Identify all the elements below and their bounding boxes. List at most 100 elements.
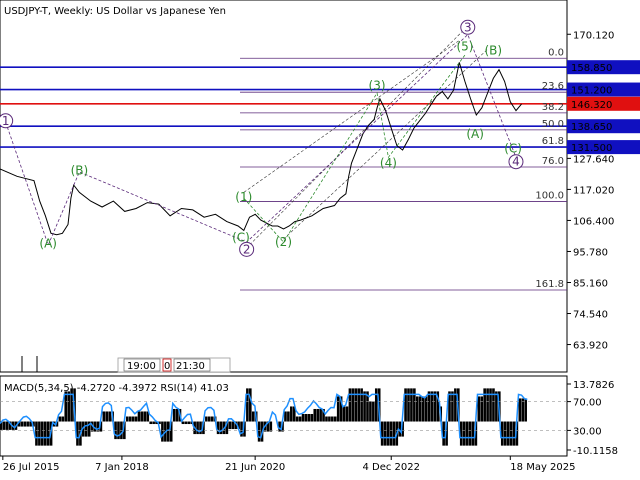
level-tag-text: 146.320 [571, 100, 612, 111]
y-tick-label: 95.780 [573, 247, 608, 258]
macd-bar [207, 416, 211, 422]
macd-bar [246, 388, 249, 422]
y-tick-label: 85.160 [573, 278, 608, 289]
macd-bar [509, 421, 513, 446]
macd-bar [187, 421, 191, 425]
macd-bar [477, 396, 481, 422]
macd-bar [131, 416, 135, 422]
macd-bar [342, 406, 346, 422]
macd-bar [454, 388, 457, 422]
macd-bar [313, 408, 317, 422]
macd-bar [181, 421, 185, 425]
macd-bar [512, 421, 516, 446]
macd-bar [38, 421, 41, 446]
macd-bar [140, 411, 144, 422]
macd-bar [360, 388, 363, 422]
macd-bar [372, 401, 375, 422]
ind-tick-label: -10.1158 [573, 446, 618, 457]
macd-bar [284, 411, 287, 422]
wave-label-minor: (B) [484, 44, 502, 58]
indicator-axis: 13.7826 70.00 30.00 -10.1158 [567, 380, 618, 457]
macd-bar [41, 421, 44, 446]
macd-bar [102, 411, 106, 422]
fib-label: 161.8 [535, 279, 564, 290]
macd-bar [125, 416, 129, 422]
macd-bar [331, 416, 334, 422]
fib-label: 61.8 [542, 136, 564, 147]
wave-label-minor: (1) [235, 190, 252, 204]
x-tick-label: 26 Jul 2015 [3, 462, 60, 473]
macd-bar [307, 413, 311, 422]
macd-bar [492, 388, 495, 422]
chart-canvas: (A)(B)(1)(C) (2)(3)(4)(5)(A)(B)(C)3241 17… [0, 0, 640, 473]
macd-bar [351, 388, 355, 422]
macd-bar [433, 391, 437, 422]
macd-bar [298, 416, 302, 422]
macd-bar [134, 416, 138, 422]
macd-bar [462, 421, 466, 446]
macd-bar [5, 421, 9, 430]
level-tags: 158.850 151.200 146.320 138.650 131.500 [567, 60, 640, 155]
x-tick-label: 7 Jan 2018 [95, 462, 149, 473]
macd-bar [345, 406, 349, 422]
indicator-title: MACD(5,34,5) -4.2720 -4.3972 RSI(14) 41.… [4, 383, 229, 394]
macd-bar [35, 421, 38, 446]
macd-bar [96, 421, 100, 432]
macd-bar [249, 388, 252, 422]
wave-label-minor: (A) [39, 237, 57, 251]
fib-label: 50.0 [542, 119, 564, 130]
macd-bar [427, 391, 431, 422]
macd-bar [310, 413, 314, 422]
level-tag-text: 138.650 [571, 122, 612, 133]
macd-bar [489, 388, 492, 422]
macd-bar [196, 421, 199, 435]
wave-label-minor: (4) [380, 156, 397, 170]
time-start: 19:00 [127, 361, 156, 372]
main-pane-frame [0, 0, 568, 373]
level-tag-text: 131.500 [571, 143, 612, 154]
wave-label-minor: (C) [504, 142, 522, 156]
wave-label-minor: (A) [466, 127, 484, 141]
macd-bar [257, 421, 261, 442]
fib-label: 38.2 [542, 102, 564, 113]
wave-label-major: 4 [512, 155, 520, 169]
macd-bar [495, 391, 498, 422]
level-tag-text: 151.200 [571, 86, 612, 97]
macd-bar [269, 421, 273, 432]
macd-bar [451, 391, 454, 422]
macd-bar [166, 421, 170, 442]
x-tick-label: 4 Dec 2022 [362, 462, 420, 473]
y-tick-label: 74.540 [573, 310, 608, 321]
ind-tick-label: 30.00 [573, 426, 602, 437]
macd-bar [67, 391, 70, 422]
macd-bar [357, 388, 360, 422]
macd-bar [483, 388, 486, 422]
symbol-title: USDJPY-T, Weekly: US Dollar vs Japanese … [4, 6, 226, 17]
wave-label-minor: (B) [71, 163, 89, 177]
macd-bar [23, 421, 27, 427]
y-tick-label: 106.400 [573, 216, 614, 227]
wave-label-major: 3 [464, 20, 472, 34]
macd-bar [149, 421, 153, 425]
wave-label-major: 1 [2, 114, 10, 128]
x-tick-label: 18 May 2025 [510, 462, 575, 473]
macd-bar [175, 408, 179, 422]
macd-bar [316, 408, 319, 422]
macd-bar [415, 396, 419, 422]
macd-bar [152, 421, 155, 425]
macd-bar [410, 388, 413, 422]
macd-bar [231, 421, 235, 430]
macd-bar [468, 421, 472, 446]
macd-bar [128, 416, 132, 422]
chart-window: (A) (B) (1) (C) (2) (3) (4) (5) (A) (B) (C) 3 2 4 1 17… [0, 0, 640, 480]
macd-bar [290, 406, 293, 422]
wave-label-minor: (3) [369, 79, 386, 93]
wave-label-major: 2 [243, 242, 251, 256]
macd-bar [287, 411, 290, 422]
macd-bar [486, 388, 489, 422]
wave-label-minor: (2) [275, 235, 292, 249]
macd-bar [20, 421, 24, 427]
macd-bar [389, 421, 393, 446]
macd-bar [105, 411, 109, 422]
ind-tick-label: 70.00 [573, 398, 602, 409]
